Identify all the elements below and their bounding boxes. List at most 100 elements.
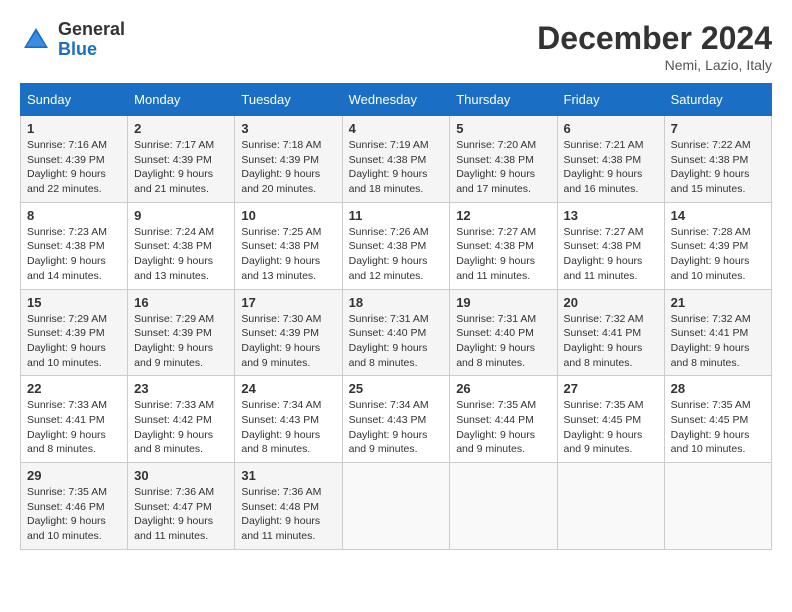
calendar-cell: 20Sunrise: 7:32 AMSunset: 4:41 PMDayligh… xyxy=(557,289,664,376)
day-number: 5 xyxy=(456,121,550,136)
day-number: 27 xyxy=(564,381,658,396)
calendar-cell xyxy=(664,463,771,550)
day-info: Sunrise: 7:17 AMSunset: 4:39 PMDaylight:… xyxy=(134,138,228,197)
day-number: 29 xyxy=(27,468,121,483)
day-info: Sunrise: 7:34 AMSunset: 4:43 PMDaylight:… xyxy=(241,398,335,457)
day-info: Sunrise: 7:33 AMSunset: 4:41 PMDaylight:… xyxy=(27,398,121,457)
calendar-cell: 16 Sunrise: 7:29 AMSunset: 4:39 PMDayligh… xyxy=(128,289,235,376)
calendar-cell: 4 Sunrise: 7:19 AMSunset: 4:38 PMDaylight… xyxy=(342,116,450,203)
calendar-cell: 18Sunrise: 7:31 AMSunset: 4:40 PMDayligh… xyxy=(342,289,450,376)
day-info: Sunrise: 7:20 AMSunset: 4:38 PMDaylight:… xyxy=(456,138,550,197)
calendar-cell: 2 Sunrise: 7:17 AMSunset: 4:39 PMDaylight… xyxy=(128,116,235,203)
day-info: Sunrise: 7:26 AMSunset: 4:38 PMDaylight:… xyxy=(349,225,444,284)
day-number: 19 xyxy=(456,295,550,310)
day-info: Sunrise: 7:19 AMSunset: 4:38 PMDaylight:… xyxy=(349,138,444,197)
day-number: 7 xyxy=(671,121,765,136)
calendar-cell: 17 Sunrise: 7:30 AMSunset: 4:39 PMDayligh… xyxy=(235,289,342,376)
day-number: 4 xyxy=(349,121,444,136)
day-info: Sunrise: 7:34 AMSunset: 4:43 PMDaylight:… xyxy=(349,398,444,457)
day-number: 20 xyxy=(564,295,658,310)
day-info: Sunrise: 7:36 AMSunset: 4:48 PMDaylight:… xyxy=(241,485,335,544)
calendar-cell: 12 Sunrise: 7:27 AMSunset: 4:38 PMDayligh… xyxy=(450,202,557,289)
day-number: 17 xyxy=(241,295,335,310)
day-info: Sunrise: 7:25 AMSunset: 4:38 PMDaylight:… xyxy=(241,225,335,284)
weekday-header: Monday xyxy=(128,84,235,116)
location: Nemi, Lazio, Italy xyxy=(537,57,772,73)
calendar-cell: 11 Sunrise: 7:26 AMSunset: 4:38 PMDayligh… xyxy=(342,202,450,289)
day-info: Sunrise: 7:27 AMSunset: 4:38 PMDaylight:… xyxy=(456,225,550,284)
day-number: 9 xyxy=(134,208,228,223)
logo-general: General xyxy=(58,20,125,40)
calendar-cell: 22 Sunrise: 7:33 AMSunset: 4:41 PMDayligh… xyxy=(21,376,128,463)
day-number: 24 xyxy=(241,381,335,396)
weekday-header: Thursday xyxy=(450,84,557,116)
weekday-header: Sunday xyxy=(21,84,128,116)
weekday-header: Wednesday xyxy=(342,84,450,116)
calendar-cell: 29Sunrise: 7:35 AMSunset: 4:46 PMDayligh… xyxy=(21,463,128,550)
calendar-cell: 5 Sunrise: 7:20 AMSunset: 4:38 PMDaylight… xyxy=(450,116,557,203)
calendar-week-row: 1 Sunrise: 7:16 AMSunset: 4:39 PMDaylight… xyxy=(21,116,772,203)
day-info: Sunrise: 7:33 AMSunset: 4:42 PMDaylight:… xyxy=(134,398,228,457)
month-title: December 2024 xyxy=(537,20,772,57)
calendar-week-row: 15Sunrise: 7:29 AMSunset: 4:39 PMDayligh… xyxy=(21,289,772,376)
day-info: Sunrise: 7:30 AMSunset: 4:39 PMDaylight:… xyxy=(241,312,335,371)
day-number: 11 xyxy=(349,208,444,223)
calendar-cell: 28Sunrise: 7:35 AMSunset: 4:45 PMDayligh… xyxy=(664,376,771,463)
logo-icon xyxy=(20,24,52,56)
calendar-cell: 21Sunrise: 7:32 AMSunset: 4:41 PMDayligh… xyxy=(664,289,771,376)
calendar-cell: 14 Sunrise: 7:28 AMSunset: 4:39 PMDayligh… xyxy=(664,202,771,289)
day-info: Sunrise: 7:36 AMSunset: 4:47 PMDaylight:… xyxy=(134,485,228,544)
day-number: 3 xyxy=(241,121,335,136)
logo-blue: Blue xyxy=(58,40,125,60)
day-number: 18 xyxy=(349,295,444,310)
calendar-cell: 8 Sunrise: 7:23 AMSunset: 4:38 PMDaylight… xyxy=(21,202,128,289)
day-number: 26 xyxy=(456,381,550,396)
calendar-cell: 24 Sunrise: 7:34 AMSunset: 4:43 PMDayligh… xyxy=(235,376,342,463)
day-info: Sunrise: 7:28 AMSunset: 4:39 PMDaylight:… xyxy=(671,225,765,284)
calendar-cell: 19 Sunrise: 7:31 AMSunset: 4:40 PMDayligh… xyxy=(450,289,557,376)
weekday-header: Tuesday xyxy=(235,84,342,116)
weekday-header-row: SundayMondayTuesdayWednesdayThursdayFrid… xyxy=(21,84,772,116)
calendar-table: SundayMondayTuesdayWednesdayThursdayFrid… xyxy=(20,83,772,550)
calendar-cell: 9 Sunrise: 7:24 AMSunset: 4:38 PMDaylight… xyxy=(128,202,235,289)
day-number: 2 xyxy=(134,121,228,136)
day-number: 14 xyxy=(671,208,765,223)
calendar-cell xyxy=(342,463,450,550)
day-info: Sunrise: 7:29 AMSunset: 4:39 PMDaylight:… xyxy=(27,312,121,371)
day-info: Sunrise: 7:22 AMSunset: 4:38 PMDaylight:… xyxy=(671,138,765,197)
calendar-cell: 10Sunrise: 7:25 AMSunset: 4:38 PMDayligh… xyxy=(235,202,342,289)
day-info: Sunrise: 7:24 AMSunset: 4:38 PMDaylight:… xyxy=(134,225,228,284)
calendar-cell xyxy=(557,463,664,550)
day-number: 22 xyxy=(27,381,121,396)
day-info: Sunrise: 7:35 AMSunset: 4:45 PMDaylight:… xyxy=(671,398,765,457)
weekday-header: Saturday xyxy=(664,84,771,116)
calendar-cell: 1 Sunrise: 7:16 AMSunset: 4:39 PMDaylight… xyxy=(21,116,128,203)
day-number: 12 xyxy=(456,208,550,223)
day-info: Sunrise: 7:29 AMSunset: 4:39 PMDaylight:… xyxy=(134,312,228,371)
day-info: Sunrise: 7:16 AMSunset: 4:39 PMDaylight:… xyxy=(27,138,121,197)
day-info: Sunrise: 7:35 AMSunset: 4:45 PMDaylight:… xyxy=(564,398,658,457)
day-number: 8 xyxy=(27,208,121,223)
day-info: Sunrise: 7:23 AMSunset: 4:38 PMDaylight:… xyxy=(27,225,121,284)
page-header: General Blue December 2024 Nemi, Lazio, … xyxy=(20,20,772,73)
day-info: Sunrise: 7:18 AMSunset: 4:39 PMDaylight:… xyxy=(241,138,335,197)
calendar-cell: 25Sunrise: 7:34 AMSunset: 4:43 PMDayligh… xyxy=(342,376,450,463)
day-number: 6 xyxy=(564,121,658,136)
day-number: 30 xyxy=(134,468,228,483)
calendar-week-row: 29Sunrise: 7:35 AMSunset: 4:46 PMDayligh… xyxy=(21,463,772,550)
calendar-cell: 27 Sunrise: 7:35 AMSunset: 4:45 PMDayligh… xyxy=(557,376,664,463)
calendar-cell: 13Sunrise: 7:27 AMSunset: 4:38 PMDayligh… xyxy=(557,202,664,289)
day-number: 31 xyxy=(241,468,335,483)
day-info: Sunrise: 7:21 AMSunset: 4:38 PMDaylight:… xyxy=(564,138,658,197)
calendar-week-row: 22 Sunrise: 7:33 AMSunset: 4:41 PMDayligh… xyxy=(21,376,772,463)
calendar-cell: 30 Sunrise: 7:36 AMSunset: 4:47 PMDayligh… xyxy=(128,463,235,550)
calendar-cell: 3 Sunrise: 7:18 AMSunset: 4:39 PMDaylight… xyxy=(235,116,342,203)
calendar-cell xyxy=(450,463,557,550)
day-number: 13 xyxy=(564,208,658,223)
day-number: 16 xyxy=(134,295,228,310)
calendar-cell: 6 Sunrise: 7:21 AMSunset: 4:38 PMDaylight… xyxy=(557,116,664,203)
day-number: 23 xyxy=(134,381,228,396)
day-number: 1 xyxy=(27,121,121,136)
day-info: Sunrise: 7:31 AMSunset: 4:40 PMDaylight:… xyxy=(456,312,550,371)
calendar-cell: 26Sunrise: 7:35 AMSunset: 4:44 PMDayligh… xyxy=(450,376,557,463)
